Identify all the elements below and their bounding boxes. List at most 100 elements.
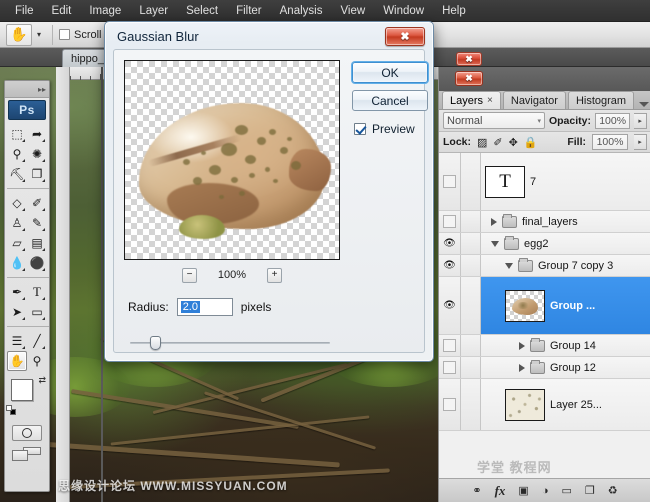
table-row[interactable]: Group 12 xyxy=(439,357,650,379)
eraser-tool-icon[interactable]: ▱ xyxy=(7,233,27,253)
tools-panel-collapse-handle[interactable]: ▸▸ xyxy=(5,81,49,98)
close-icon[interactable]: × xyxy=(487,95,493,106)
table-row[interactable]: Group 14 xyxy=(439,335,650,357)
menu-view[interactable]: View xyxy=(331,3,374,19)
history-brush-tool-icon[interactable]: ✎ xyxy=(27,213,47,233)
fill-chevron-icon[interactable]: ▸ xyxy=(634,134,647,150)
tab-layers[interactable]: Layers × xyxy=(442,91,501,109)
healing-brush-tool-icon[interactable]: ◇ xyxy=(7,193,27,213)
shape-tool-icon[interactable]: ▭ xyxy=(27,302,47,322)
layer-visibility-toggle[interactable] xyxy=(439,335,461,356)
dialog-close-icon[interactable]: ✖ xyxy=(385,27,425,46)
layer-thumbnail[interactable]: T xyxy=(485,165,525,198)
tool-preset-chevron-down-icon[interactable]: ▾ xyxy=(32,24,46,46)
chevron-down-icon[interactable] xyxy=(505,262,513,269)
chevron-down-icon[interactable] xyxy=(491,240,499,247)
table-row[interactable]: 👁 egg2 xyxy=(439,233,650,255)
delete-layer-icon[interactable]: ♻ xyxy=(608,484,618,497)
layer-content[interactable]: Group 7 copy 3 xyxy=(481,257,650,274)
screen-mode-toggle-icon[interactable] xyxy=(12,447,42,463)
preview-zoom-out-button[interactable]: − xyxy=(182,267,197,283)
layer-style-fx-icon[interactable]: fx xyxy=(495,483,506,499)
quick-mask-mode-icon[interactable] xyxy=(12,425,42,441)
layer-visibility-toggle[interactable] xyxy=(439,379,461,430)
radius-slider[interactable] xyxy=(130,336,330,350)
layer-content[interactable]: T 7 xyxy=(481,164,650,200)
menu-image[interactable]: Image xyxy=(80,3,130,19)
table-row[interactable]: Layer 25... xyxy=(439,379,650,431)
dodge-tool-icon[interactable]: ⚫ xyxy=(27,253,47,273)
new-group-icon[interactable]: ▭ xyxy=(561,484,571,497)
chevron-right-icon[interactable] xyxy=(519,363,525,372)
pen-tool-icon[interactable]: ✒ xyxy=(7,282,27,302)
path-selection-tool-icon[interactable]: ➤ xyxy=(7,302,27,322)
table-row[interactable]: 👁 Group 7 copy 3 xyxy=(439,255,650,277)
layer-thumbnail[interactable] xyxy=(505,289,545,322)
lock-position-icon[interactable]: ✥ xyxy=(509,136,518,149)
layer-content[interactable]: final_layers xyxy=(481,213,650,230)
tab-histogram[interactable]: Histogram xyxy=(567,91,635,109)
gradient-tool-icon[interactable]: ▤ xyxy=(27,233,47,253)
scroll-all-windows-checkbox[interactable]: Scroll xyxy=(59,29,102,41)
layer-visibility-toggle[interactable] xyxy=(439,211,461,232)
link-layers-icon[interactable]: ⚭ xyxy=(472,484,481,497)
type-tool-icon[interactable]: T xyxy=(27,282,47,302)
layer-visibility-toggle[interactable]: 👁 xyxy=(439,277,461,334)
tab-navigator[interactable]: Navigator xyxy=(502,91,566,109)
new-fill-adjustment-icon[interactable]: ◑ xyxy=(542,485,549,497)
menu-help[interactable]: Help xyxy=(433,3,475,19)
preview-checkbox[interactable]: Preview xyxy=(354,122,415,136)
blend-mode-select[interactable]: Normal ▾ xyxy=(443,112,545,129)
scroll-checkbox-box[interactable] xyxy=(59,29,70,40)
menu-edit[interactable]: Edit xyxy=(43,3,81,19)
radius-slider-knob[interactable] xyxy=(150,336,161,350)
zoom-tool-icon[interactable]: ⚲ xyxy=(27,351,47,371)
layer-content[interactable]: Group 14 xyxy=(481,337,650,354)
dock-close-icon[interactable]: ✖ xyxy=(455,71,483,86)
crop-tool-icon[interactable]: ⛏ xyxy=(7,164,27,184)
notes-tool-icon[interactable]: ☰ xyxy=(7,331,27,351)
marquee-tool-icon[interactable]: ⬚ xyxy=(7,124,27,144)
menu-analysis[interactable]: Analysis xyxy=(271,3,332,19)
move-tool-icon[interactable]: ➦ xyxy=(27,124,47,144)
lock-all-icon[interactable]: 🔒 xyxy=(524,136,538,149)
brush-tool-icon[interactable]: ✐ xyxy=(27,193,47,213)
default-colors-icon[interactable] xyxy=(6,405,16,415)
blur-tool-icon[interactable]: 💧 xyxy=(7,253,27,273)
opacity-value[interactable]: 100% xyxy=(594,112,631,129)
collapse-double-chevron-icon[interactable]: ▸▸ xyxy=(38,85,46,94)
layer-visibility-toggle[interactable] xyxy=(439,153,461,210)
layer-content[interactable]: Group 12 xyxy=(481,359,650,376)
layer-thumbnail[interactable] xyxy=(505,388,545,421)
chevron-right-icon[interactable] xyxy=(519,341,525,350)
cancel-button[interactable]: Cancel xyxy=(352,90,428,111)
layer-visibility-toggle[interactable]: 👁 xyxy=(439,233,461,254)
menu-window[interactable]: Window xyxy=(374,3,433,19)
swap-colors-icon[interactable]: ⇄ xyxy=(38,375,46,386)
document-close-icon[interactable]: ✖ xyxy=(456,52,482,66)
slice-tool-icon[interactable]: ❐ xyxy=(27,164,47,184)
layers-list[interactable]: T 7 final_layers 👁 egg2 👁 Group 7 copy 3… xyxy=(439,153,650,478)
table-row-selected[interactable]: 👁 Group ... xyxy=(439,277,650,335)
foreground-color-swatch[interactable] xyxy=(11,379,33,401)
preview-checkbox-box[interactable] xyxy=(354,123,366,135)
menu-file[interactable]: File xyxy=(6,3,43,19)
lock-image-pixels-icon[interactable]: ✐ xyxy=(493,136,502,149)
clone-stamp-tool-icon[interactable]: ♙ xyxy=(7,213,27,233)
panel-menu-icon[interactable] xyxy=(639,102,649,107)
fill-value[interactable]: 100% xyxy=(592,134,628,150)
table-row[interactable]: final_layers xyxy=(439,211,650,233)
new-layer-icon[interactable]: ❐ xyxy=(585,484,595,497)
layer-content[interactable]: egg2 xyxy=(481,235,650,252)
layer-visibility-toggle[interactable] xyxy=(439,357,461,378)
layer-content[interactable]: Layer 25... xyxy=(481,387,650,423)
hand-tool-icon-panel[interactable]: ✋ xyxy=(7,351,27,371)
menu-layer[interactable]: Layer xyxy=(130,3,177,19)
preview-zoom-in-button[interactable]: + xyxy=(267,267,282,283)
filter-preview-thumbnail[interactable] xyxy=(124,60,340,260)
layer-visibility-toggle[interactable]: 👁 xyxy=(439,255,461,276)
ok-button[interactable]: OK xyxy=(352,62,428,83)
radius-input[interactable]: 2.0 xyxy=(176,298,233,316)
menu-filter[interactable]: Filter xyxy=(227,3,271,19)
lock-transparency-icon[interactable]: ▨ xyxy=(477,136,487,149)
